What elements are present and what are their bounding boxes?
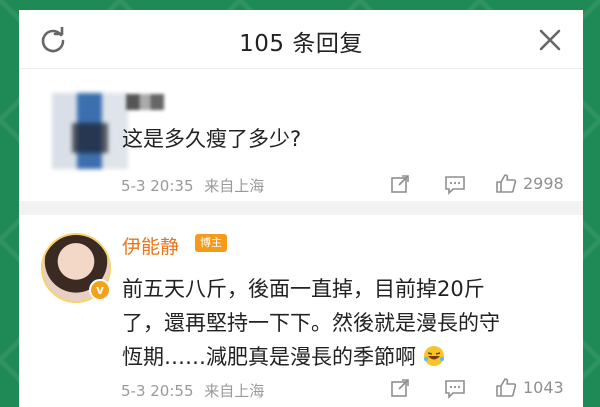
comment-icon bbox=[445, 380, 465, 399]
comment-line: 了，還再堅持一下下。然後就是漫長的守 bbox=[122, 311, 500, 335]
comment-meta: 5-3 20:35 来自上海 bbox=[121, 175, 264, 196]
comment-text: 这是多久瘦了多少? bbox=[122, 127, 302, 151]
comment-item: 这是多久瘦了多少? 5-3 20:35 来自上海 2998 bbox=[19, 69, 583, 201]
comment-line: 恆期……減肥真是漫長的季節啊 bbox=[122, 345, 416, 369]
share-icon bbox=[391, 379, 409, 397]
share-button[interactable] bbox=[389, 173, 411, 195]
like-icon bbox=[496, 174, 517, 193]
comment-icon bbox=[445, 176, 465, 195]
share-icon bbox=[391, 175, 409, 193]
like-count: 1043 bbox=[523, 377, 564, 397]
avatar[interactable] bbox=[52, 93, 128, 169]
header-bar: 105 条回复 bbox=[19, 10, 583, 69]
like-button[interactable]: 1043 bbox=[495, 376, 564, 398]
author-name[interactable]: 伊能静 bbox=[122, 232, 179, 259]
comment-meta: 5-3 20:55 来自上海 bbox=[121, 380, 264, 401]
comment-text: 前五天八斤，後面一直掉，目前掉20斤 了，還再堅持一下下。然後就是漫長的守 恆期… bbox=[122, 272, 562, 374]
comment-button[interactable] bbox=[444, 377, 466, 399]
like-icon bbox=[496, 378, 517, 397]
comment-button[interactable] bbox=[444, 173, 466, 195]
verified-v-icon: v bbox=[89, 279, 111, 301]
timestamp: 5-3 20:55 bbox=[121, 382, 194, 400]
divider bbox=[19, 201, 583, 215]
comment-item: v 伊能静 博主 前五天八斤，後面一直掉，目前掉20斤 了，還再堅持一下下。然後… bbox=[19, 215, 583, 405]
source-location: 来自上海 bbox=[204, 177, 265, 195]
comment-line-last: 恆期……減肥真是漫長的季節啊 bbox=[122, 340, 562, 374]
username-redacted bbox=[126, 94, 164, 110]
timestamp: 5-3 20:35 bbox=[121, 177, 194, 195]
share-button[interactable] bbox=[389, 377, 411, 399]
source-location: 来自上海 bbox=[204, 382, 265, 400]
comment-line: 前五天八斤，後面一直掉，目前掉20斤 bbox=[122, 277, 485, 301]
page-title: 105 条回复 bbox=[239, 31, 363, 57]
close-icon[interactable] bbox=[537, 27, 563, 53]
author-badge: 博主 bbox=[195, 234, 227, 252]
laugh-cry-emoji-icon bbox=[423, 346, 444, 366]
like-button[interactable]: 2998 bbox=[495, 172, 564, 194]
like-count: 2998 bbox=[523, 173, 564, 193]
replies-panel: 105 条回复 这是多久瘦了多少? 5-3 20:35 来自上海 2998 v … bbox=[19, 10, 583, 407]
